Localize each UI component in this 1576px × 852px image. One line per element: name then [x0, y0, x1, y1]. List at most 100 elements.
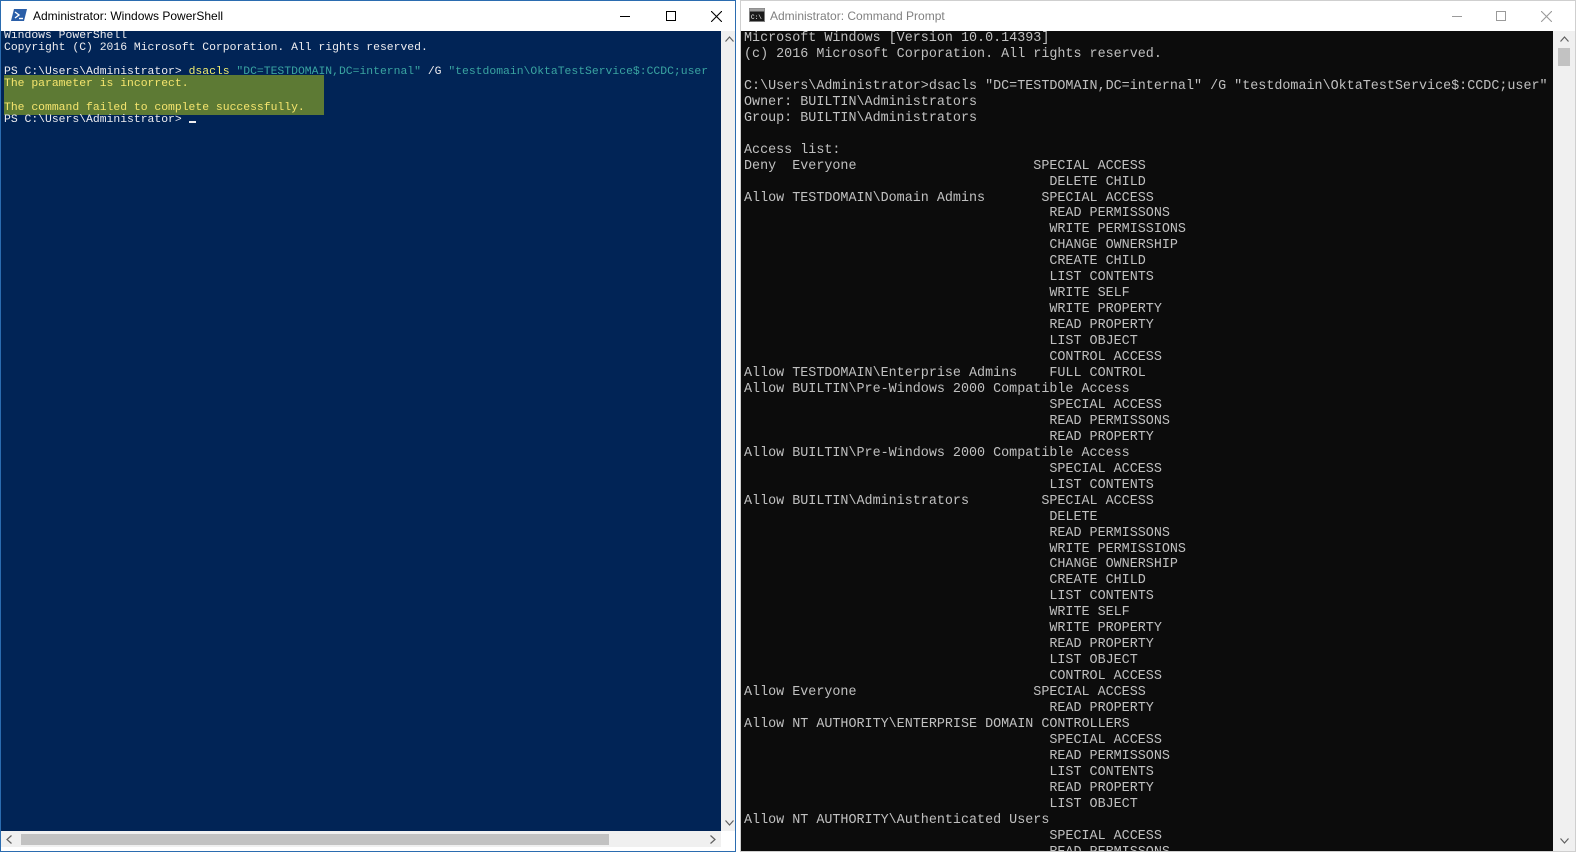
output-line: WRITE PROPERTY: [744, 621, 1162, 637]
output-line: CONTROL ACCESS: [744, 350, 1162, 366]
output-line: Owner: BUILTIN\Administrators: [744, 94, 978, 110]
output-line: Group: BUILTIN\Administrators: [744, 110, 978, 126]
command-name: dsacls: [188, 66, 230, 78]
output-line: SPECIAL ACCESS: [744, 397, 1162, 413]
output-line: CREATE CHILD: [744, 573, 1146, 589]
cmd-console[interactable]: Microsoft Windows [Version 10.0.14393] (…: [741, 31, 1553, 851]
command-argument-2: "testdomain\OktaTestService$:CCDC;user: [448, 66, 709, 78]
chevron-left-icon: [6, 834, 12, 844]
output-line: READ PROPERTY: [744, 780, 1154, 796]
scroll-up-button[interactable]: [721, 31, 735, 47]
output-line: READ PERMISSONS: [744, 413, 1170, 429]
output-line: Allow NT AUTHORITY\ENTERPRISE DOMAIN CON…: [744, 716, 1130, 732]
chevron-down-icon: [1559, 838, 1569, 844]
output-line: READ PROPERTY: [744, 637, 1154, 653]
output-line: DELETE: [744, 509, 1098, 525]
output-line: Microsoft Windows [Version 10.0.14393]: [744, 31, 1050, 46]
output-line: SPECIAL ACCESS: [744, 461, 1162, 477]
banner-line: Windows PowerShell: [4, 31, 128, 42]
output-line: READ PROPERTY: [744, 701, 1154, 717]
cmd-window[interactable]: C:\ Administrator: Command Prompt Micros…: [740, 0, 1576, 852]
output-line: READ PROPERTY: [744, 318, 1154, 334]
output-line: LIST CONTENTS: [744, 477, 1154, 493]
output-line: WRITE SELF: [744, 286, 1130, 302]
text-cursor: [188, 121, 196, 123]
vertical-scrollbar[interactable]: [1553, 31, 1575, 851]
output-line: LIST OBJECT: [744, 653, 1138, 669]
scrollbar-thumb[interactable]: [1558, 48, 1570, 66]
output-line: LIST CONTENTS: [744, 589, 1154, 605]
minimize-button[interactable]: [1434, 1, 1480, 31]
cmd-output: Microsoft Windows [Version 10.0.14393] (…: [744, 31, 1548, 851]
powershell-output: Windows PowerShell Copyright (C) 2016 Mi…: [4, 31, 708, 126]
output-line: DELETE CHILD: [744, 174, 1146, 190]
output-line: READ PERMISSONS: [744, 845, 1170, 851]
output-line: (c) 2016 Microsoft Corporation. All righ…: [744, 46, 1162, 62]
vertical-scrollbar[interactable]: [721, 31, 735, 831]
error-message: The parameter is incorrect.: [4, 78, 189, 90]
output-line: Allow Everyone SPECIAL ACCESS: [744, 685, 1146, 701]
horizontal-scrollbar[interactable]: [1, 831, 721, 847]
output-line: Allow TESTDOMAIN\Enterprise Admins FULL …: [744, 366, 1146, 382]
maximize-icon: [1496, 11, 1506, 21]
scroll-right-button[interactable]: [705, 831, 721, 847]
output-line: WRITE SELF: [744, 605, 1130, 621]
output-line: CHANGE OWNERSHIP: [744, 557, 1178, 573]
scrollbar-thumb[interactable]: [21, 834, 609, 845]
chevron-right-icon: [710, 834, 716, 844]
prompt-2: PS C:\Users\Administrator>: [4, 114, 189, 126]
maximize-button[interactable]: [1478, 1, 1524, 31]
output-line: WRITE PROPERTY: [744, 302, 1162, 318]
output-line: READ PROPERTY: [744, 429, 1154, 445]
output-line: LIST CONTENTS: [744, 270, 1154, 286]
output-line: LIST OBJECT: [744, 334, 1138, 350]
chevron-down-icon: [724, 820, 734, 826]
output-line: Allow BUILTIN\Pre-Windows 2000 Compatibl…: [744, 381, 1130, 397]
powershell-window[interactable]: Administrator: Windows PowerShell Window…: [0, 0, 736, 852]
output-line: CONTROL ACCESS: [744, 669, 1162, 685]
powershell-console[interactable]: Windows PowerShell Copyright (C) 2016 Mi…: [1, 31, 721, 831]
output-line: Access list:: [744, 142, 841, 158]
output-line: Deny Everyone SPECIAL ACCESS: [744, 158, 1146, 174]
close-button[interactable]: [1523, 1, 1569, 31]
window-title: Administrator: Windows PowerShell: [33, 9, 224, 23]
close-button[interactable]: [693, 1, 735, 31]
scroll-up-button[interactable]: [1556, 31, 1572, 47]
window-title: Administrator: Command Prompt: [770, 9, 945, 23]
output-line: C:\Users\Administrator>dsacls "DC=TESTDO…: [744, 78, 1548, 94]
output-line: CHANGE OWNERSHIP: [744, 238, 1178, 254]
output-line: WRITE PERMISSIONS: [744, 541, 1186, 557]
output-line: Allow BUILTIN\Administrators SPECIAL ACC…: [744, 493, 1154, 509]
scroll-left-button[interactable]: [1, 831, 17, 847]
output-line: READ PERMISSONS: [744, 525, 1170, 541]
cmd-titlebar[interactable]: C:\ Administrator: Command Prompt: [741, 1, 1575, 31]
close-icon: [1540, 10, 1552, 22]
cmd-icon: C:\: [749, 8, 765, 22]
output-line: LIST OBJECT: [744, 796, 1138, 812]
powershell-titlebar[interactable]: Administrator: Windows PowerShell: [1, 1, 735, 31]
maximize-button[interactable]: [648, 1, 694, 31]
output-line: Allow BUILTIN\Pre-Windows 2000 Compatibl…: [744, 445, 1130, 461]
output-line: Allow NT AUTHORITY\Authenticated Users: [744, 812, 1050, 828]
minimize-icon: [1452, 16, 1462, 17]
output-line: SPECIAL ACCESS: [744, 732, 1162, 748]
chevron-up-icon: [1559, 36, 1569, 42]
output-line: CREATE CHILD: [744, 254, 1146, 270]
output-line: READ PERMISSONS: [744, 748, 1170, 764]
minimize-icon: [620, 16, 630, 17]
svg-text:C:\: C:\: [751, 14, 762, 21]
maximize-icon: [666, 11, 676, 21]
output-line: READ PERMISSONS: [744, 206, 1170, 222]
command-flag: /G: [427, 66, 442, 78]
minimize-button[interactable]: [602, 1, 648, 31]
chevron-up-icon: [724, 36, 734, 42]
close-icon: [710, 10, 722, 22]
scroll-down-button[interactable]: [1556, 833, 1572, 849]
scroll-down-button[interactable]: [721, 815, 735, 831]
output-line: SPECIAL ACCESS: [744, 828, 1162, 844]
copyright-line: Copyright (C) 2016 Microsoft Corporation…: [4, 42, 428, 54]
output-line: WRITE PERMISSIONS: [744, 222, 1186, 238]
output-line: LIST CONTENTS: [744, 764, 1154, 780]
output-line: Allow TESTDOMAIN\Domain Admins SPECIAL A…: [744, 190, 1154, 206]
powershell-icon: [11, 9, 27, 21]
